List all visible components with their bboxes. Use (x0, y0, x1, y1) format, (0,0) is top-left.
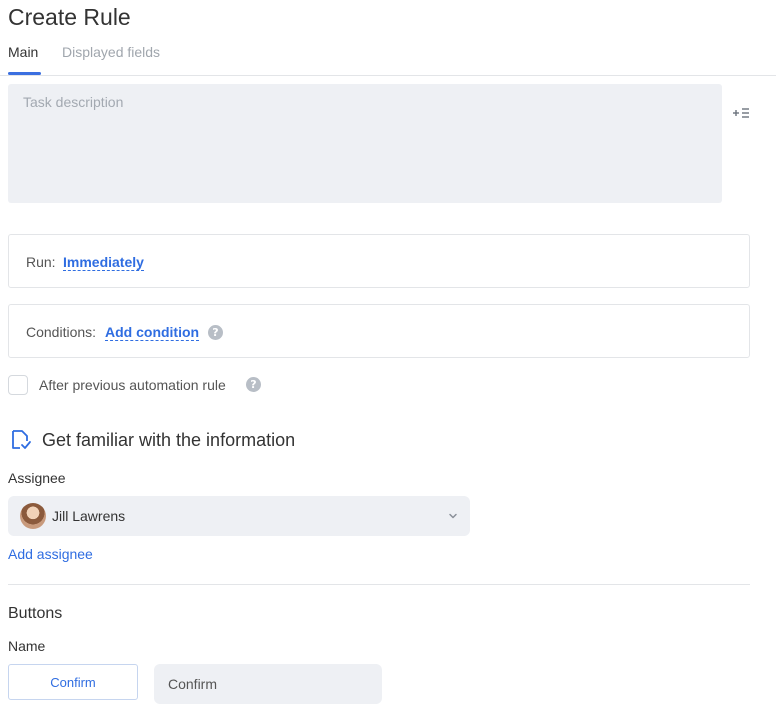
run-label: Run: (26, 254, 56, 270)
divider (8, 584, 750, 585)
task-description-box (8, 84, 722, 203)
help-icon[interactable]: ? (208, 325, 223, 340)
button-name-input[interactable] (154, 664, 382, 704)
conditions-label: Conditions: (26, 324, 97, 340)
conditions-card: Conditions: Add condition ? (8, 304, 750, 358)
run-card: Run: Immediately (8, 234, 750, 288)
document-check-icon (12, 430, 31, 449)
task-description-input[interactable] (8, 84, 722, 203)
assignee-label: Assignee (8, 470, 66, 486)
after-previous-checkbox[interactable] (8, 375, 28, 395)
tab-bar: Main Displayed fields (0, 40, 776, 76)
help-icon[interactable]: ? (246, 377, 261, 392)
assignee-name: Jill Lawrens (52, 508, 126, 524)
tab-displayed-fields[interactable]: Displayed fields (62, 44, 160, 60)
add-assignee-link[interactable]: Add assignee (8, 546, 93, 562)
chevron-down-icon (449, 513, 457, 519)
section-title: Get familiar with the information (42, 430, 296, 450)
buttons-section-title: Buttons (8, 605, 63, 622)
assignee-select[interactable]: Jill Lawrens (8, 496, 470, 536)
avatar (20, 503, 46, 529)
add-condition-link[interactable]: Add condition (105, 324, 200, 341)
confirm-button[interactable]: Confirm (8, 664, 138, 700)
insert-field-icon[interactable] (732, 105, 750, 121)
after-previous-label: After previous automation rule (39, 377, 226, 393)
run-timing-link[interactable]: Immediately (63, 254, 144, 271)
active-tab-indicator (8, 72, 41, 75)
page-title: Create Rule (8, 4, 131, 30)
tab-main[interactable]: Main (8, 44, 38, 60)
button-name-label: Name (8, 638, 46, 654)
